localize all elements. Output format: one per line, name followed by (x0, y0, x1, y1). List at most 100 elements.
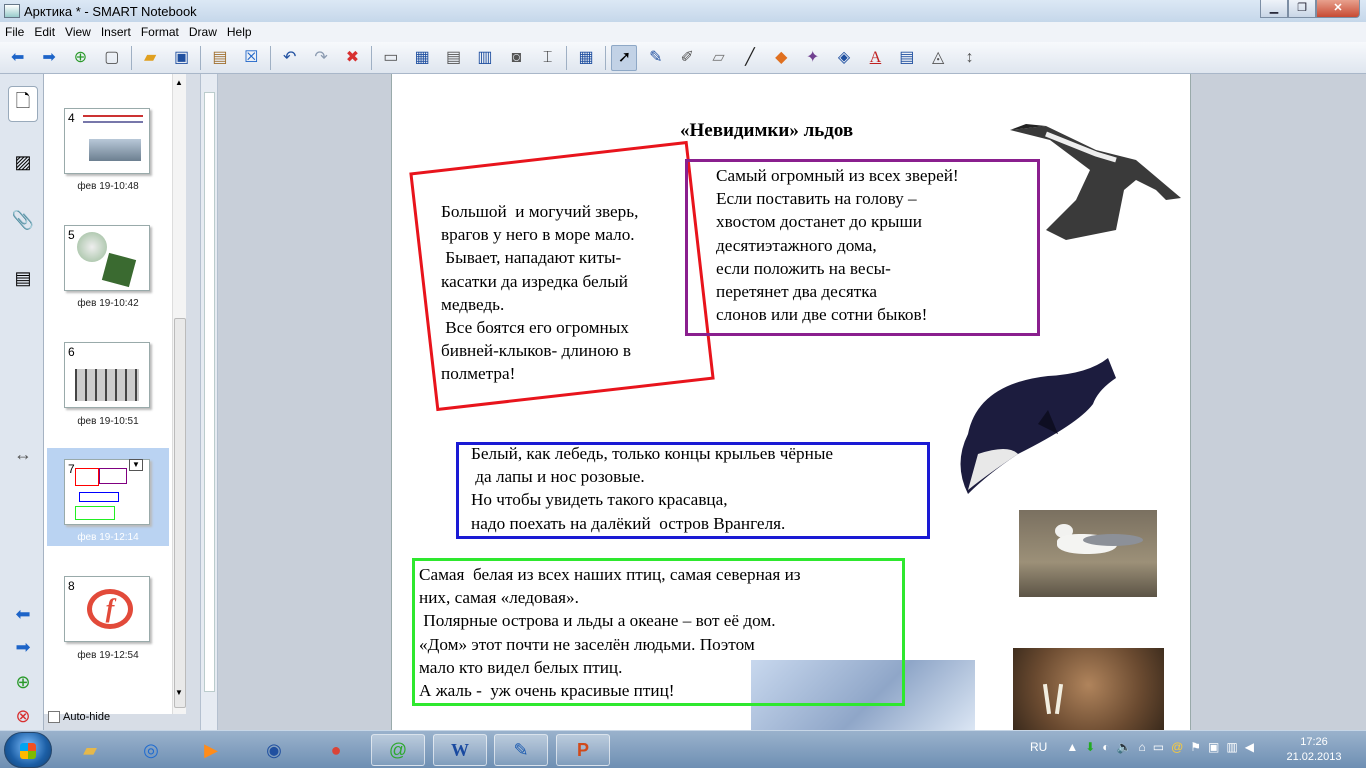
minimize-button[interactable]: ▁ (1260, 0, 1288, 18)
menu-format[interactable]: Format (136, 25, 184, 39)
page-thumbnail-6[interactable]: 6 (64, 342, 150, 408)
close-button[interactable]: ✕ (1316, 0, 1360, 18)
powerpoint-icon[interactable]: P (556, 734, 610, 766)
table-icon[interactable]: ▦ (573, 45, 599, 71)
fill-icon[interactable]: ◈ (831, 45, 857, 71)
word-icon[interactable]: W (433, 734, 487, 766)
volume-icon[interactable]: ◐ (1102, 740, 1109, 754)
full-screen-icon[interactable]: ▦ (409, 45, 435, 71)
usb-icon[interactable]: ⌂ (1139, 740, 1146, 754)
clock-time: 17:26 (1300, 736, 1328, 748)
flag-icon[interactable]: ⚑ (1190, 740, 1201, 754)
menu-bar: File Edit View Insert Format Draw Help (0, 22, 1366, 42)
paste-icon[interactable]: ▤ (207, 45, 233, 71)
auto-hide-checkbox[interactable]: Auto-hide (48, 711, 110, 723)
internet-icon[interactable]: ◎ (124, 734, 178, 766)
network-tray-icon[interactable]: ▥ (1226, 740, 1237, 754)
measure-icon[interactable]: ◬ (925, 45, 951, 71)
sidebar-splitter[interactable] (200, 74, 218, 730)
language-indicator[interactable]: RU (1030, 740, 1047, 754)
speaker-icon[interactable]: ◀ (1245, 740, 1254, 754)
attachments-tab[interactable]: 📎 (8, 202, 38, 238)
purple-text[interactable]: Самый огромный из всех зверей! Если пост… (716, 164, 959, 326)
update-icon[interactable]: ⬇ (1085, 740, 1095, 754)
creative-pen-icon[interactable]: ✐ (674, 45, 700, 71)
page-sorter: 4 фев 19-10:48 5 фев 19-10:42 6 фев 19-1… (44, 74, 172, 714)
notebook-icon[interactable]: ✎ (494, 734, 548, 766)
menu-edit[interactable]: Edit (29, 25, 60, 39)
delete-page-side-icon[interactable]: ⊗ (8, 698, 38, 734)
pen-icon[interactable]: ✎ (643, 45, 669, 71)
show-hide-icon[interactable]: ▥ (472, 45, 498, 71)
walrus-image[interactable] (1013, 648, 1164, 730)
save-icon[interactable]: ▣ (169, 45, 195, 71)
line-icon[interactable]: ╱ (737, 45, 763, 71)
menu-file[interactable]: File (0, 25, 29, 39)
page-thumbnail-4[interactable]: 4 (64, 108, 150, 174)
page-sorter-scrollbar[interactable]: ▲ ▼ (172, 74, 186, 714)
select-icon[interactable]: ➚ (611, 44, 638, 71)
magic-pen-icon[interactable]: ✦ (800, 45, 826, 71)
page-sorter-tab[interactable]: 🗋 (8, 86, 38, 122)
remove-hardware-icon[interactable]: ▣ (1208, 740, 1219, 754)
menu-insert[interactable]: Insert (96, 25, 136, 39)
maximize-button[interactable]: ❐ (1288, 0, 1316, 18)
eraser-icon[interactable]: ▱ (706, 45, 732, 71)
goose-image[interactable] (1006, 120, 1191, 250)
forward-icon[interactable]: ➡ (36, 45, 62, 71)
open-icon[interactable]: ▰ (137, 45, 163, 71)
clock[interactable]: 17:26 21.02.2013 (1284, 735, 1344, 765)
side-tabs: 🗋 ▨ 📎 ▤ ↔ ⬅ ➡ ⊕ ⊗ (0, 74, 44, 730)
page-time-7: фев 19-12:14 (77, 532, 139, 543)
title-bar: Арктика * - SMART Notebook ▁ ❐ ✕ (0, 0, 1366, 22)
page-thumbnail-5[interactable]: 5 (64, 225, 150, 291)
menu-view[interactable]: View (60, 25, 96, 39)
scrollbar-thumb[interactable] (174, 318, 186, 708)
back-icon[interactable]: ⬅ (5, 45, 31, 71)
text-icon[interactable]: A (862, 45, 888, 71)
page-thumbnail-7[interactable]: 7 ▼ (64, 459, 150, 525)
dual-page-icon[interactable]: ▤ (441, 45, 467, 71)
agent-icon[interactable]: @ (371, 734, 425, 766)
capture-icon[interactable]: ◙ (503, 45, 529, 71)
start-button[interactable] (4, 732, 52, 768)
sound-icon[interactable]: 🔈 (1117, 740, 1132, 754)
system-tray: RU ▲ ⬇ ◐ 🔈 ⌂ ▭ @ ⚑ ▣ ▥ ◀ (1030, 740, 1254, 754)
page-time-6: фев 19-10:51 (77, 416, 139, 427)
document-camera-icon[interactable]: ⌶ (535, 45, 561, 71)
resize-sidebar-icon[interactable]: ↔ (8, 436, 38, 472)
agent-tray-icon[interactable]: @ (1171, 740, 1183, 754)
thumbnail-menu-icon[interactable]: ▼ (129, 459, 143, 471)
gallery-tab[interactable]: ▨ (8, 144, 38, 180)
redo-icon[interactable]: ↷ (308, 45, 334, 71)
shapes-icon[interactable]: ◆ (768, 45, 794, 71)
cancel-icon[interactable]: ✖ (339, 45, 365, 71)
green-text[interactable]: Самая белая из всех наших птиц, самая се… (419, 563, 801, 702)
tray-expand-icon[interactable]: ▲ (1066, 740, 1078, 754)
properties-icon[interactable]: ▤ (894, 45, 920, 71)
gull-image[interactable] (1019, 510, 1157, 597)
blue-text[interactable]: Белый, как лебедь, только концы крыльев … (471, 442, 833, 535)
chrome-icon[interactable]: ● (309, 734, 363, 766)
network-icon[interactable]: ◉ (247, 734, 301, 766)
menu-help[interactable]: Help (222, 25, 257, 39)
add-page-icon[interactable]: ⊕ (67, 45, 93, 71)
move-toolbar-icon[interactable]: ↕ (957, 45, 983, 71)
undo-icon[interactable]: ↶ (277, 45, 303, 71)
red-text[interactable]: Большой и могучий зверь, врагов у него в… (441, 200, 638, 386)
whale-image[interactable] (948, 354, 1123, 494)
properties-tab[interactable]: ▤ (8, 260, 38, 296)
next-page-icon[interactable]: ➡ (8, 629, 38, 665)
prev-page-icon[interactable]: ⬅ (8, 596, 38, 632)
menu-draw[interactable]: Draw (184, 25, 222, 39)
delete-page-icon[interactable]: ▢ (99, 45, 125, 71)
taskbar: ▰ ◎ ▶ ◉ ● @ W ✎ P RU ▲ ⬇ ◐ 🔈 ⌂ ▭ @ ⚑ ▣ ▥… (0, 730, 1366, 768)
add-page-side-icon[interactable]: ⊕ (8, 664, 38, 700)
screen-shade-icon[interactable]: ▭ (378, 45, 404, 71)
page-thumbnail-8[interactable]: 8 f (64, 576, 150, 642)
auto-hide-label: Auto-hide (63, 711, 111, 723)
explorer-icon[interactable]: ▰ (63, 734, 117, 766)
delete-icon[interactable]: ☒ (238, 45, 264, 71)
display-icon[interactable]: ▭ (1153, 740, 1164, 754)
media-player-icon[interactable]: ▶ (184, 734, 238, 766)
